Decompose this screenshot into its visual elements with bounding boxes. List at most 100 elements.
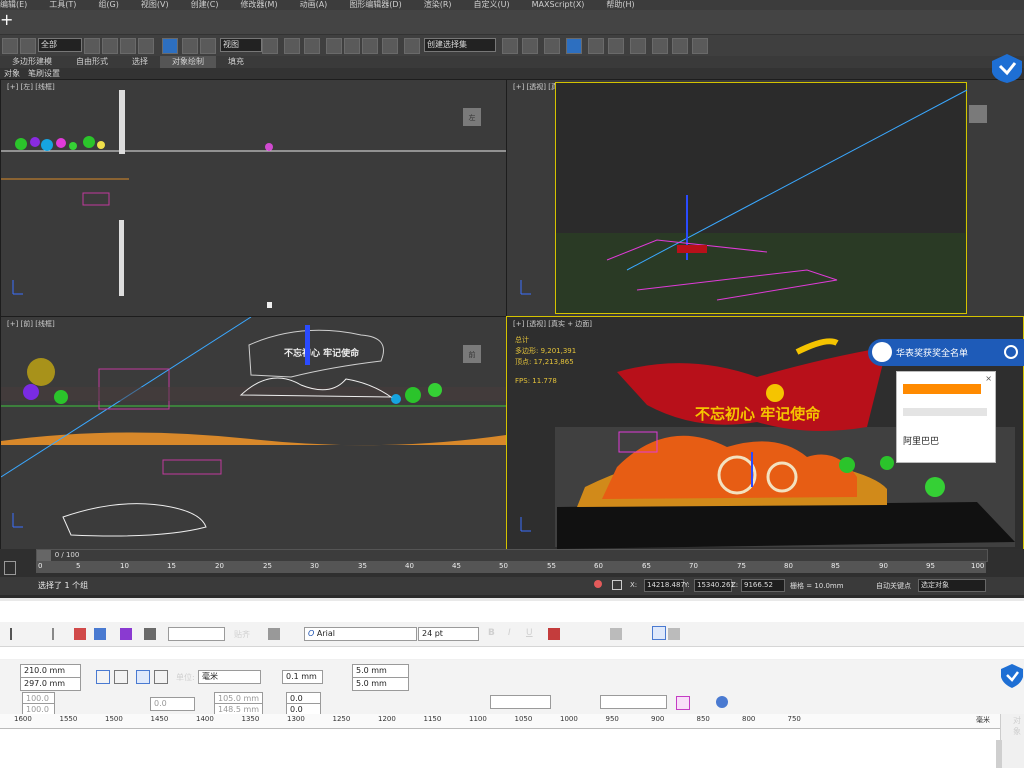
app-launcher-icon[interactable] <box>144 628 156 640</box>
select-by-name-icon[interactable] <box>102 38 118 54</box>
ribbon-tab-freeform[interactable]: 自由形式 <box>64 56 120 68</box>
search-icon[interactable] <box>1004 345 1018 359</box>
publish-icon[interactable] <box>120 628 132 640</box>
rendered-frame-icon[interactable] <box>672 38 688 54</box>
selection-filter-select[interactable]: 全部 <box>38 38 82 52</box>
menu-customize[interactable]: 自定义(U) <box>474 0 510 9</box>
ad-banner-1[interactable] <box>903 384 981 394</box>
y-coord-field[interactable]: 15340.261 <box>694 579 735 592</box>
keyboard-shortcut-icon[interactable] <box>304 38 320 54</box>
spinner-snap-icon[interactable] <box>382 38 398 54</box>
assistant-icon[interactable] <box>872 342 892 362</box>
color-icon[interactable] <box>716 696 728 708</box>
ribbon-tab-selection[interactable]: 选择 <box>120 56 160 68</box>
page-height-field[interactable]: 297.0 mm <box>20 677 81 691</box>
horizontal-ruler[interactable]: 1600 1550 1500 1450 1400 1350 1300 1250 1200 1150… <box>0 714 1000 729</box>
import-icon[interactable] <box>74 628 86 640</box>
percent-snap-icon[interactable] <box>362 38 378 54</box>
menu-maxscript[interactable]: MAXScript(X) <box>532 0 585 9</box>
plus-icon[interactable]: + <box>0 12 13 28</box>
schematic-view-icon[interactable] <box>608 38 624 54</box>
window-crossing-icon[interactable] <box>138 38 154 54</box>
redo-icon[interactable] <box>40 628 54 640</box>
italic-icon[interactable]: I <box>508 628 520 640</box>
drawing-canvas[interactable] <box>0 729 1000 768</box>
search-bar[interactable]: 华表奖获奖全名单 <box>868 339 1024 366</box>
outline-width-select[interactable] <box>490 695 551 709</box>
lock-selection-icon[interactable] <box>594 580 602 588</box>
auto-key-button[interactable]: 自动关键点 <box>876 581 911 591</box>
align-icon[interactable] <box>522 38 538 54</box>
isolate-icon[interactable] <box>612 580 622 590</box>
snap-to-label[interactable]: 贴齐 <box>234 629 250 640</box>
alibaba-link[interactable]: 阿里巴巴 <box>903 434 939 447</box>
pivot-icon[interactable] <box>262 38 278 54</box>
render-setup-icon[interactable] <box>652 38 668 54</box>
move-icon[interactable] <box>162 38 178 54</box>
menu-rendering[interactable]: 渲染(R) <box>424 0 452 9</box>
landscape-icon[interactable] <box>114 670 128 684</box>
close-icon[interactable]: × <box>985 374 992 383</box>
key-filter-select[interactable]: 选定对象 <box>918 579 986 592</box>
zoom-level-select[interactable] <box>168 627 225 641</box>
menu-create[interactable]: 创建(C) <box>191 0 219 9</box>
rotate-field[interactable]: 0.0 <box>150 697 195 711</box>
objects-docker-tab[interactable]: 对象 <box>1013 715 1024 737</box>
viewport-front[interactable]: [+] [前] [线框] 不忘初心 牢记使命 前 <box>0 316 507 551</box>
x-coord-field[interactable]: 14218.487 <box>644 579 685 592</box>
duplicate-y-field[interactable]: 5.0 mm <box>352 677 409 691</box>
all-pages-icon[interactable] <box>136 670 150 684</box>
z-coord-field[interactable]: 9166.52 <box>741 579 785 592</box>
material-editor-icon[interactable] <box>630 38 646 54</box>
portrait-icon[interactable] <box>96 670 110 684</box>
subtab-brush-settings[interactable]: 笔刷设置 <box>24 69 64 78</box>
menu-modifiers[interactable]: 修改器(M) <box>240 0 277 9</box>
layer-explorer-icon[interactable] <box>544 38 560 54</box>
edit-named-selection-icon[interactable] <box>404 38 420 54</box>
units-select[interactable]: 毫米 <box>198 670 261 684</box>
shield-icon[interactable] <box>1000 662 1024 690</box>
menu-tools[interactable]: 工具(T) <box>49 0 76 9</box>
text-properties-icon[interactable] <box>652 626 666 640</box>
vertical-scrollbar[interactable] <box>996 740 1002 768</box>
current-page-icon[interactable] <box>154 670 168 684</box>
unlink-icon[interactable] <box>20 38 36 54</box>
named-selection-set-select[interactable]: 创建选择集 <box>424 38 496 52</box>
options-icon[interactable] <box>268 628 280 640</box>
bold-icon[interactable]: B <box>488 628 500 640</box>
text-align-icon[interactable] <box>548 628 560 640</box>
rect-selection-icon[interactable] <box>120 38 136 54</box>
angle-snap-icon[interactable] <box>344 38 360 54</box>
scale-icon[interactable] <box>200 38 216 54</box>
manipulate-icon[interactable] <box>284 38 300 54</box>
underline-icon[interactable]: U <box>526 628 538 640</box>
shield-icon[interactable] <box>990 52 1024 84</box>
style-select[interactable] <box>600 695 667 709</box>
snap-toggle-icon[interactable] <box>326 38 342 54</box>
link-icon[interactable] <box>2 38 18 54</box>
bullet-list-icon[interactable] <box>610 628 622 640</box>
menu-group[interactable]: 组(G) <box>98 0 118 9</box>
export-icon[interactable] <box>94 628 106 640</box>
ribbon-tab-object-paint[interactable]: 对象绘制 <box>160 56 216 68</box>
mirror-icon[interactable] <box>502 38 518 54</box>
rotate-icon[interactable] <box>182 38 198 54</box>
nudge-distance-field[interactable]: 0.1 mm <box>282 670 323 684</box>
undo-icon[interactable] <box>10 628 24 640</box>
subtab-object[interactable]: 对象 <box>0 69 24 78</box>
viewport-perspective-top[interactable]: [+] [透视] [真实] <box>506 79 1024 317</box>
font-family-select[interactable]: O Arial <box>304 627 417 641</box>
menu-view[interactable]: 视图(V) <box>141 0 169 9</box>
ribbon-tab-graphite[interactable]: 多边形建模 <box>0 56 64 68</box>
menu-animation[interactable]: 动画(A) <box>300 0 328 9</box>
toggle-ribbon-icon[interactable] <box>566 38 582 54</box>
font-size-select[interactable]: 24 pt <box>418 627 479 641</box>
search-query[interactable]: 华表奖获奖全名单 <box>896 346 968 359</box>
render-teapot-icon[interactable] <box>692 38 708 54</box>
menu-help[interactable]: 帮助(H) <box>606 0 634 9</box>
mini-curve-editor-icon[interactable] <box>4 561 16 575</box>
menu-edit[interactable]: 编辑(E) <box>0 0 27 9</box>
duplicate-x-field[interactable]: 5.0 mm <box>352 664 409 678</box>
edit-text-icon[interactable] <box>668 628 680 640</box>
page-width-field[interactable]: 210.0 mm <box>20 664 81 678</box>
